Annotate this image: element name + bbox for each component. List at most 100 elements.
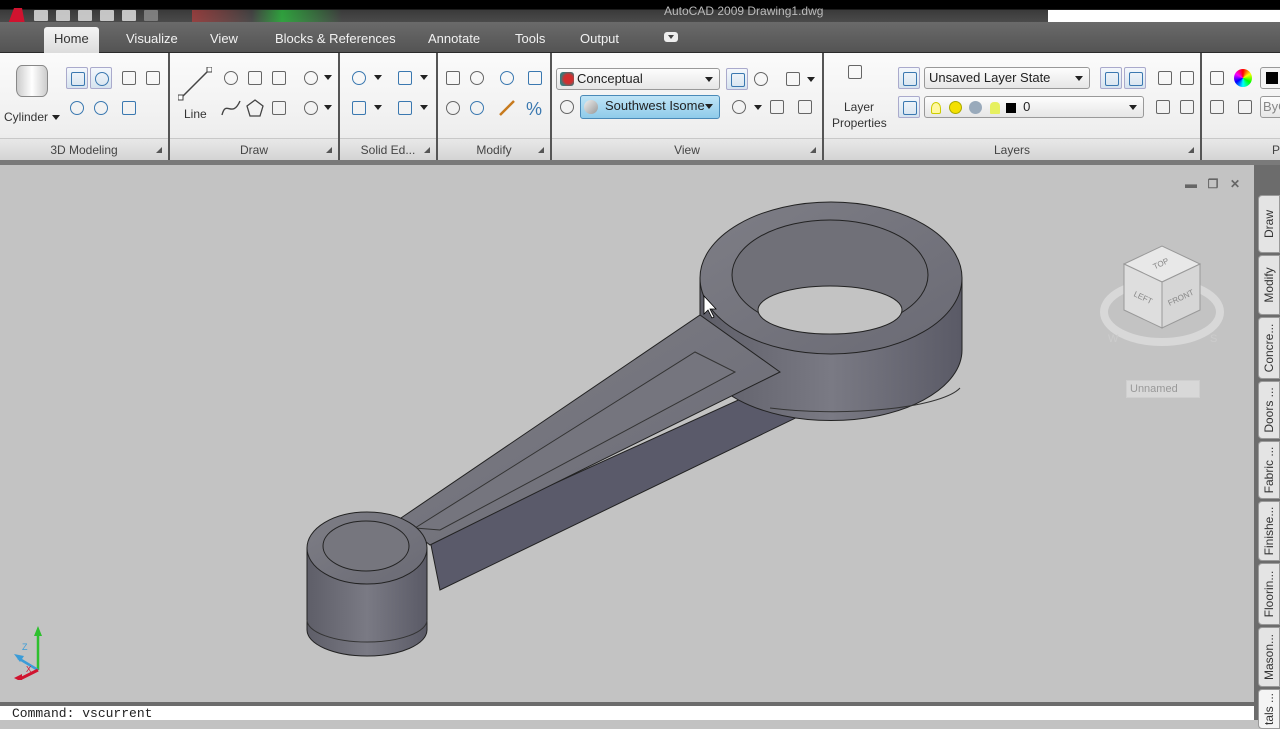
orbit-icon[interactable] bbox=[782, 68, 804, 90]
move-icon[interactable] bbox=[442, 67, 464, 89]
palette-tab-concrete[interactable]: Concre... bbox=[1258, 317, 1280, 379]
plot-icon[interactable] bbox=[100, 10, 114, 21]
panel-launcher-icon[interactable] bbox=[156, 147, 162, 153]
color-wheel-icon[interactable] bbox=[1234, 69, 1252, 87]
zoom-previous-icon[interactable] bbox=[556, 96, 578, 118]
extrude-faces-icon[interactable] bbox=[394, 67, 416, 89]
drawing-viewport[interactable]: ▬ ❐ ✕ TOP LEFT FRONT W S Unnamed Z X bbox=[0, 165, 1254, 702]
panel-launcher-icon[interactable] bbox=[424, 147, 430, 153]
zoom-icon[interactable] bbox=[728, 96, 750, 118]
palette-tab-flooring[interactable]: Floorin... bbox=[1258, 563, 1280, 625]
palette-tab-draw[interactable]: Draw bbox=[1258, 195, 1280, 253]
tab-home[interactable]: Home bbox=[44, 27, 99, 53]
realistic-style-icon[interactable] bbox=[750, 68, 772, 90]
pan-icon[interactable] bbox=[766, 96, 788, 118]
line-icon[interactable] bbox=[178, 67, 212, 101]
ucs-menu[interactable]: Unnamed bbox=[1126, 380, 1200, 398]
tab-output[interactable]: Output bbox=[570, 27, 629, 53]
command-line[interactable]: Command: vscurrent bbox=[0, 702, 1254, 721]
line-label[interactable]: Line bbox=[184, 107, 207, 121]
polysolid-icon[interactable] bbox=[118, 97, 140, 119]
spline-icon[interactable] bbox=[220, 97, 242, 119]
list-icon[interactable] bbox=[1206, 96, 1228, 118]
panel-launcher-icon[interactable] bbox=[1188, 147, 1194, 153]
palette-tab-doors[interactable]: Doors ... bbox=[1258, 381, 1280, 439]
chevron-down-icon[interactable] bbox=[420, 105, 428, 110]
viewcube[interactable]: TOP LEFT FRONT W S bbox=[1100, 238, 1230, 358]
undo-icon[interactable] bbox=[122, 10, 136, 21]
layer-match-icon[interactable] bbox=[1152, 96, 1174, 118]
helix-icon[interactable] bbox=[244, 67, 266, 89]
tab-blocks-references[interactable]: Blocks & References bbox=[265, 27, 406, 53]
hatch-lines-icon[interactable] bbox=[268, 67, 290, 89]
previous-layer-icon[interactable] bbox=[1100, 67, 1122, 89]
presspull-icon[interactable] bbox=[90, 67, 112, 89]
hatch-icon[interactable] bbox=[268, 97, 290, 119]
palette-tab-finishes[interactable]: Finishe... bbox=[1258, 501, 1280, 561]
connecting-rod-model[interactable] bbox=[0, 165, 1254, 702]
layer-isolate-icon[interactable] bbox=[1154, 67, 1176, 89]
rotate-icon[interactable] bbox=[442, 97, 464, 119]
panel-launcher-icon[interactable] bbox=[538, 147, 544, 153]
layer-dropdown[interactable]: 0 bbox=[924, 96, 1144, 118]
layer-off-icon[interactable] bbox=[1176, 67, 1198, 89]
layer-properties-icon[interactable] bbox=[844, 61, 874, 91]
revolve-icon[interactable] bbox=[66, 97, 88, 119]
minimize-icon[interactable]: ▬ bbox=[1184, 178, 1198, 190]
panel-launcher-icon[interactable] bbox=[810, 147, 816, 153]
tab-view[interactable]: View bbox=[200, 27, 248, 53]
infocenter-search[interactable] bbox=[1048, 10, 1280, 22]
new-icon[interactable] bbox=[34, 10, 48, 21]
match-properties-brush-icon[interactable] bbox=[496, 97, 518, 119]
tab-tools[interactable]: Tools bbox=[505, 27, 555, 53]
polyline-icon[interactable] bbox=[220, 67, 242, 89]
chevron-down-icon[interactable] bbox=[52, 115, 60, 120]
separate-icon[interactable] bbox=[394, 97, 416, 119]
imprint-icon[interactable] bbox=[348, 97, 370, 119]
visual-styles-manager-icon[interactable] bbox=[726, 68, 748, 90]
make-object-layer-current-icon[interactable] bbox=[898, 96, 920, 118]
restore-icon[interactable]: ❐ bbox=[1206, 178, 1220, 190]
linetype-dropdown[interactable]: ByC bbox=[1260, 96, 1280, 118]
cylinder-icon[interactable] bbox=[16, 65, 48, 97]
sweep-icon[interactable] bbox=[118, 67, 140, 89]
union-icon[interactable] bbox=[348, 67, 370, 89]
minimize-ribbon-button[interactable] bbox=[664, 32, 678, 42]
tab-visualize[interactable]: Visualize bbox=[116, 27, 188, 53]
polygon-icon[interactable] bbox=[244, 97, 266, 119]
arc-icon[interactable] bbox=[300, 97, 322, 119]
union-solid-icon[interactable] bbox=[90, 97, 112, 119]
save-icon[interactable] bbox=[78, 10, 92, 21]
chevron-down-icon[interactable] bbox=[420, 75, 428, 80]
palette-tab-fabric[interactable]: Fabric ... bbox=[1258, 441, 1280, 499]
palette-tab-metals[interactable]: tals ... bbox=[1258, 689, 1280, 729]
chevron-down-icon[interactable] bbox=[807, 77, 815, 82]
layer-state-dropdown[interactable]: Unsaved Layer State bbox=[924, 67, 1090, 89]
layer-state-manager-icon[interactable] bbox=[898, 67, 920, 89]
3d-array-icon[interactable] bbox=[466, 97, 488, 119]
tab-annotate[interactable]: Annotate bbox=[418, 27, 490, 53]
chevron-down-icon[interactable] bbox=[754, 105, 762, 110]
layer-walk-icon[interactable] bbox=[1124, 67, 1146, 89]
align-icon[interactable] bbox=[524, 67, 546, 89]
cylinder-label[interactable]: Cylinder bbox=[4, 110, 48, 124]
match-properties-icon[interactable] bbox=[1206, 67, 1228, 89]
open-icon[interactable] bbox=[56, 10, 70, 21]
view-preset-dropdown[interactable]: Southwest Isome bbox=[580, 95, 720, 119]
panel-launcher-icon[interactable] bbox=[326, 147, 332, 153]
layer-properties-button[interactable]: Layer Properties bbox=[832, 99, 887, 131]
circle-icon[interactable] bbox=[300, 67, 322, 89]
3d-rotate-icon[interactable] bbox=[466, 67, 488, 89]
palette-tab-modify[interactable]: Modify bbox=[1258, 255, 1280, 315]
chevron-down-icon[interactable] bbox=[324, 105, 332, 110]
palette-tab-masonry[interactable]: Mason... bbox=[1258, 627, 1280, 687]
chevron-down-icon[interactable] bbox=[324, 75, 332, 80]
chevron-down-icon[interactable] bbox=[374, 75, 382, 80]
copy-icon[interactable] bbox=[496, 67, 518, 89]
redo-icon[interactable] bbox=[144, 10, 158, 21]
visual-style-dropdown[interactable]: Conceptual bbox=[556, 68, 720, 90]
color-dropdown[interactable] bbox=[1260, 67, 1280, 89]
scale-icon[interactable]: % bbox=[524, 97, 546, 119]
chevron-down-icon[interactable] bbox=[374, 105, 382, 110]
plot-style-icon[interactable] bbox=[1234, 96, 1256, 118]
